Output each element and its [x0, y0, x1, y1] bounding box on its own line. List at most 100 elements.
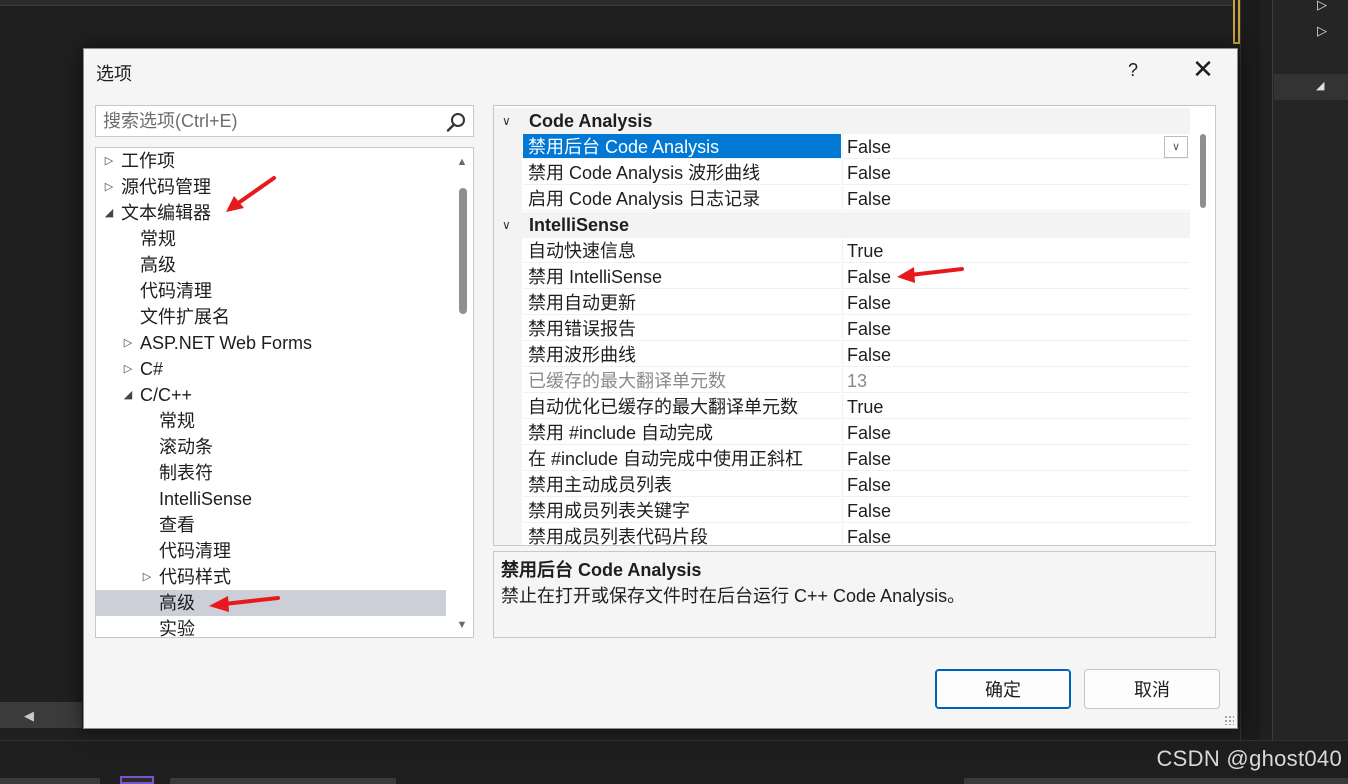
row-gutter — [494, 446, 522, 472]
property-row[interactable]: 启用 Code Analysis 日志记录 False — [494, 186, 1190, 212]
tree-item-label: C# — [140, 359, 164, 379]
scroll-down-icon[interactable]: ▼ — [455, 619, 469, 631]
property-row[interactable]: 禁用成员列表代码片段 False — [494, 524, 1190, 545]
row-gutter — [494, 238, 522, 264]
resize-grip[interactable] — [1224, 715, 1234, 725]
property-row[interactable]: 禁用成员列表关键字 False — [494, 498, 1190, 524]
property-row[interactable]: 禁用 Code Analysis 波形曲线 False — [494, 160, 1190, 186]
property-value[interactable]: 13 — [842, 368, 1190, 393]
close-button[interactable]: ✕ — [1188, 55, 1218, 85]
row-gutter — [494, 472, 522, 498]
property-row[interactable]: 在 #include 自动完成中使用正斜杠 False — [494, 446, 1190, 472]
property-row[interactable]: 禁用 IntelliSense False — [494, 264, 1190, 290]
property-row[interactable]: 禁用后台 Code Analysis False ∨ — [494, 134, 1190, 160]
tree-item[interactable]: 常规 — [96, 408, 446, 434]
property-row[interactable]: 禁用错误报告 False — [494, 316, 1190, 342]
category-header[interactable]: ∨ IntelliSense — [494, 212, 1190, 238]
property-row[interactable]: 禁用自动更新 False — [494, 290, 1190, 316]
tree-scroll-thumb[interactable] — [459, 188, 467, 314]
help-button[interactable]: ? — [1118, 55, 1148, 85]
triangle-right-icon[interactable]: ▷ — [1317, 0, 1327, 11]
property-name[interactable]: 在 #include 自动完成中使用正斜杠 — [523, 446, 841, 471]
triangle-right-icon[interactable]: ▷ — [140, 564, 154, 590]
tree-item[interactable]: IntelliSense — [96, 486, 446, 512]
property-value[interactable]: False — [842, 342, 1190, 367]
tree-item[interactable]: 常规 — [96, 226, 446, 252]
triangle-right-icon[interactable]: ▷ — [121, 356, 135, 382]
category-title: IntelliSense — [529, 215, 630, 235]
property-name[interactable]: 禁用成员列表代码片段 — [523, 524, 841, 545]
property-name[interactable]: 禁用 IntelliSense — [523, 264, 841, 289]
property-name[interactable]: 禁用成员列表关键字 — [523, 498, 841, 523]
category-header[interactable]: ∨ Code Analysis — [494, 108, 1190, 134]
property-name[interactable]: 禁用波形曲线 — [523, 342, 841, 367]
property-row[interactable]: 自动快速信息 True — [494, 238, 1190, 264]
property-name[interactable]: 自动优化已缓存的最大翻译单元数 — [523, 394, 841, 419]
grid-scroll-thumb[interactable] — [1200, 134, 1206, 208]
tree-item[interactable]: 代码清理 — [96, 538, 446, 564]
tree-item[interactable]: 实验 — [96, 616, 446, 637]
property-value[interactable]: False — [842, 316, 1190, 341]
chevron-down-icon[interactable]: ∨ — [1164, 136, 1188, 158]
triangle-right-icon[interactable]: ▷ — [121, 330, 135, 356]
scroll-up-icon[interactable]: ▲ — [455, 156, 469, 168]
property-name[interactable]: 禁用错误报告 — [523, 316, 841, 341]
tree-item[interactable]: 代码清理 — [96, 278, 446, 304]
property-value[interactable]: False — [842, 498, 1190, 523]
property-name[interactable]: 禁用主动成员列表 — [523, 472, 841, 497]
property-row[interactable]: 已缓存的最大翻译单元数 13 — [494, 368, 1190, 394]
ide-bottom-tab[interactable] — [0, 778, 100, 784]
triangle-down-icon[interactable]: ◢ — [1316, 80, 1324, 93]
search-icon[interactable] — [445, 111, 467, 133]
tree-scrollbar[interactable]: ▲ ▼ — [451, 148, 473, 637]
tree-item[interactable]: 文件扩展名 — [96, 304, 446, 330]
search-input[interactable] — [96, 106, 441, 136]
tree-item[interactable]: ▷ C# — [96, 356, 446, 382]
property-value[interactable]: False — [842, 134, 1190, 159]
ide-bottom-tab[interactable] — [170, 778, 396, 784]
tree-item[interactable]: ▷ 工作项 — [96, 148, 446, 174]
property-name[interactable]: 禁用后台 Code Analysis — [523, 134, 841, 159]
tree-item[interactable]: 制表符 — [96, 460, 446, 486]
property-name[interactable]: 自动快速信息 — [523, 238, 841, 263]
annotation-arrow — [209, 596, 280, 612]
tree-item[interactable]: ▷ ASP.NET Web Forms — [96, 330, 446, 356]
chevron-down-icon[interactable]: ∨ — [502, 212, 511, 238]
property-row[interactable]: 自动优化已缓存的最大翻译单元数 True — [494, 394, 1190, 420]
property-row[interactable]: 禁用主动成员列表 False — [494, 472, 1190, 498]
property-value[interactable]: False — [842, 290, 1190, 315]
tree-item[interactable]: ▷ 代码样式 — [96, 564, 446, 590]
property-name[interactable]: 禁用 Code Analysis 波形曲线 — [523, 160, 841, 185]
property-name[interactable]: 禁用 #include 自动完成 — [523, 420, 841, 445]
property-name[interactable]: 已缓存的最大翻译单元数 — [523, 368, 841, 393]
triangle-right-icon[interactable]: ▷ — [102, 148, 116, 174]
triangle-right-icon[interactable]: ▷ — [102, 174, 116, 200]
property-name[interactable]: 禁用自动更新 — [523, 290, 841, 315]
ide-scroll-left[interactable]: ◀ — [0, 702, 82, 728]
tree-item[interactable]: 高级 — [96, 252, 446, 278]
property-value[interactable]: False — [842, 446, 1190, 471]
triangle-down-icon[interactable]: ◢ — [121, 382, 135, 408]
tree-item[interactable]: ◢ C/C++ — [96, 382, 446, 408]
property-row[interactable]: 禁用 #include 自动完成 False — [494, 420, 1190, 446]
property-value[interactable]: True — [842, 394, 1190, 419]
property-value[interactable]: True — [842, 238, 1190, 263]
property-value[interactable]: False — [842, 524, 1190, 545]
cancel-button[interactable]: 取消 — [1084, 669, 1220, 709]
triangle-right-icon[interactable]: ▷ — [1317, 24, 1327, 37]
tree-item[interactable]: 滚动条 — [96, 434, 446, 460]
row-gutter — [494, 368, 522, 394]
ide-bottom-tab[interactable] — [964, 778, 1348, 784]
triangle-down-icon[interactable]: ◢ — [102, 200, 116, 226]
property-value[interactable]: False — [842, 160, 1190, 185]
ide-bottom-icon[interactable] — [120, 776, 154, 784]
tree-item[interactable]: 查看 — [96, 512, 446, 538]
property-value[interactable]: False — [842, 186, 1190, 211]
grid-scrollbar[interactable] — [1193, 106, 1215, 545]
property-name[interactable]: 启用 Code Analysis 日志记录 — [523, 186, 841, 211]
chevron-down-icon[interactable]: ∨ — [502, 108, 511, 134]
ok-button[interactable]: 确定 — [935, 669, 1071, 709]
property-value[interactable]: False — [842, 472, 1190, 497]
property-row[interactable]: 禁用波形曲线 False — [494, 342, 1190, 368]
property-value[interactable]: False — [842, 420, 1190, 445]
